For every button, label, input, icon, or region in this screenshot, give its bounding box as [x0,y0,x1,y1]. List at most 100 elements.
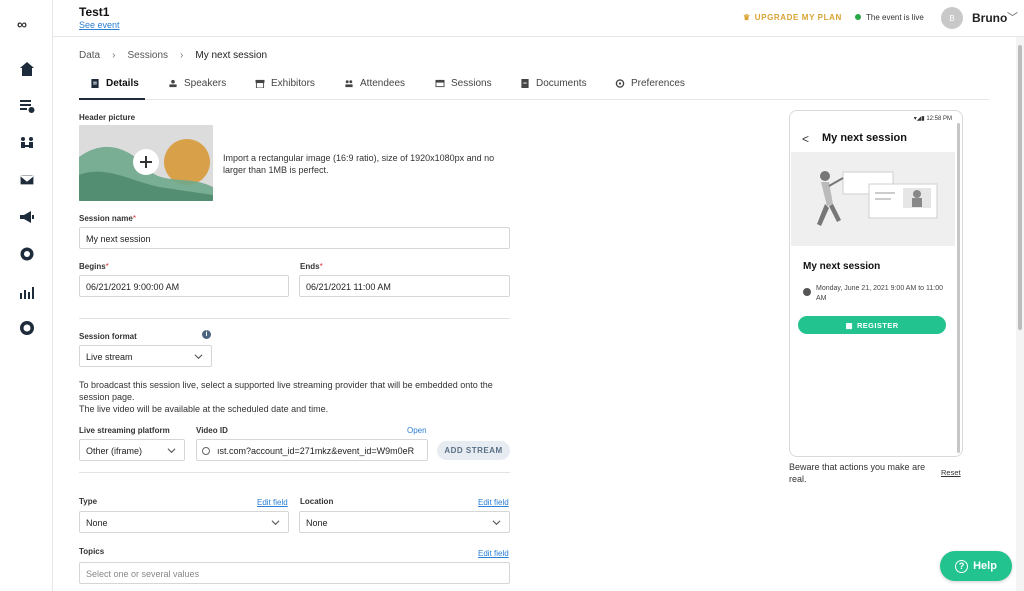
tab-exhibitors[interactable]: Exhibitors [255,75,315,100]
crown-icon: ♛ [743,13,751,22]
topics-input[interactable]: Select one or several values [79,562,510,584]
phone-status-bar: ▾◢▮ 12:58 PM [914,115,952,122]
select-value: Live stream [86,352,133,362]
help-label: Help [973,560,997,572]
mobile-preview: ▾◢▮ 12:58 PM < My next session My next s… [789,110,963,457]
topics-edit-field-link[interactable]: Edit field [478,549,509,558]
label-text: Ends [300,262,320,271]
store-icon [255,79,265,88]
megaphone-icon[interactable] [0,205,53,229]
back-icon[interactable]: < [802,132,809,146]
session-format-label: Session format [79,332,137,341]
open-link[interactable]: Open [407,426,427,435]
platform-select[interactable]: Other (iframe) [79,439,185,461]
analytics-icon[interactable] [0,280,53,304]
session-format-select[interactable]: Live stream [79,345,212,367]
status-time: 12:58 PM [926,116,952,122]
select-value: Other (iframe) [86,446,143,456]
begins-label: Begins* [79,262,109,271]
header-picture-label: Header picture [79,113,136,122]
upgrade-plan-button[interactable]: ♛ UPGRADE MY PLAN [743,13,842,22]
people-icon [345,80,353,88]
globe-icon [202,447,210,455]
support-icon[interactable] [0,316,53,340]
event-title: Test1 [79,5,110,19]
reset-link[interactable]: Reset [941,468,961,477]
home-icon[interactable] [0,57,53,81]
live-dot-icon [855,13,861,20]
tab-label: Preferences [631,78,685,89]
tab-sessions[interactable]: Sessions [435,75,492,100]
type-label: Type [79,497,98,506]
scrollbar-thumb[interactable] [1018,45,1022,330]
required-mark: * [105,262,109,271]
ends-datetime-input[interactable]: 06/21/2021 11:00 AM [299,275,510,297]
clock-icon [803,288,811,296]
location-select[interactable]: None [299,511,510,533]
begins-datetime-input[interactable]: 06/21/2021 9:00:00 AM [79,275,289,297]
avatar[interactable]: B [941,7,963,29]
type-edit-field-link[interactable]: Edit field [257,498,288,507]
phone-scrollbar[interactable] [957,123,960,453]
tab-attendees[interactable]: Attendees [344,75,405,100]
tab-details[interactable]: Details [79,75,145,100]
help-button[interactable]: ? Help [940,551,1012,581]
info-icon[interactable]: i [202,330,211,339]
tab-label: Exhibitors [271,78,315,89]
tab-label: Documents [536,78,587,89]
broadcast-instructions: To broadcast this session live, select a… [79,379,519,415]
illustration-icon [791,152,955,246]
tab-label: Details [106,78,139,89]
image-placeholder-icon [79,125,213,201]
broadcast-text-1: To broadcast this session live, select a… [79,380,493,402]
tab-preferences[interactable]: Preferences [615,75,685,100]
add-stream-button[interactable]: ADD STREAM [437,441,510,460]
type-select[interactable]: None [79,511,289,533]
mail-icon[interactable] [0,168,53,192]
breadcrumb-data[interactable]: Data [79,50,100,61]
tab-bar: Details Speakers Exhibitors Attendees Se… [79,75,989,100]
tab-documents[interactable]: Documents [520,75,587,100]
ends-label: Ends* [300,262,323,271]
header-picture-upload[interactable] [79,125,213,201]
session-name-input[interactable]: My next session [79,227,510,249]
registrations-icon[interactable] [0,94,53,118]
beware-note: Beware that actions you make are real. [789,462,926,484]
divider [79,318,510,319]
app-logo[interactable]: ∞ [17,16,27,32]
register-label: REGISTER [856,320,899,330]
label-text: Begins [79,262,106,271]
video-id-input[interactable]: ıst.com?account_id=271mkz&event_id=W9m0e… [196,439,428,461]
breadcrumb-sessions[interactable]: Sessions [127,50,168,61]
chevron-right-icon: › [180,50,184,61]
session-name-label: Session name* [79,214,136,223]
chevron-down-icon [492,520,501,526]
page-scrollbar[interactable] [1016,37,1024,591]
username[interactable]: Bruno [972,11,1007,25]
phone-session-date: Monday, June 21, 2021 9:00 AM to 11:00 A… [816,285,943,302]
see-event-link[interactable]: See event [79,20,120,30]
settings-icon[interactable] [0,242,53,266]
people-icon[interactable] [0,131,53,155]
divider [79,472,510,473]
register-button[interactable]: ▦ REGISTER [798,316,946,334]
breadcrumb: Data › Sessions › My next session [79,50,267,61]
select-value: None [86,518,108,528]
top-bar: Test1 See event ♛ UPGRADE MY PLAN The eve… [53,0,1024,37]
required-mark: * [319,262,323,271]
import-instructions: Import a rectangular image (16:9 ratio),… [223,153,495,175]
label-text: Session name [79,214,133,223]
chevron-down-icon[interactable]: ﹀ [1007,9,1018,25]
location-label: Location [300,497,334,506]
signal-icon: ▾◢▮ [913,116,927,122]
chevron-down-icon [271,520,280,526]
tab-speakers[interactable]: Speakers [168,75,226,100]
left-sidebar: ∞ [0,0,53,591]
platform-label: Live streaming platform [79,426,170,435]
location-edit-field-link[interactable]: Edit field [478,498,509,507]
calendar-icon [435,79,445,88]
document-icon [91,79,99,88]
phone-session-name: My next session [803,261,881,272]
broadcast-text-2: The live video will be available at the … [79,404,329,414]
tab-label: Speakers [184,78,227,89]
